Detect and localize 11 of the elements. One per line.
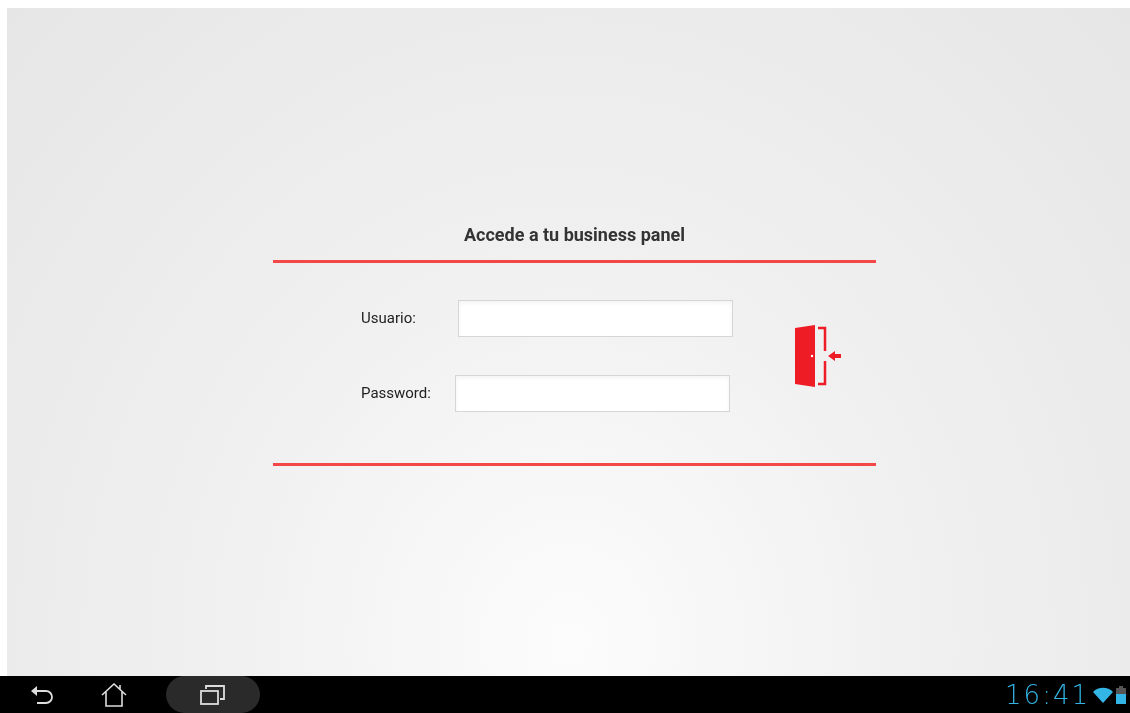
- battery-icon: [1116, 685, 1126, 704]
- input-field[interactable]: [455, 374, 730, 412]
- back-icon[interactable]: [31, 684, 55, 705]
- panel-title: Accede a tu business panel: [464, 223, 685, 247]
- clock-time: 16:41: [1005, 679, 1090, 710]
- field-label: Password:: [361, 382, 432, 404]
- field-label: Usuario:: [361, 307, 417, 329]
- home-icon[interactable]: [100, 682, 128, 707]
- recent-apps-icon[interactable]: [200, 683, 226, 706]
- input-field[interactable]: [458, 299, 733, 337]
- wifi-icon: [1093, 686, 1113, 703]
